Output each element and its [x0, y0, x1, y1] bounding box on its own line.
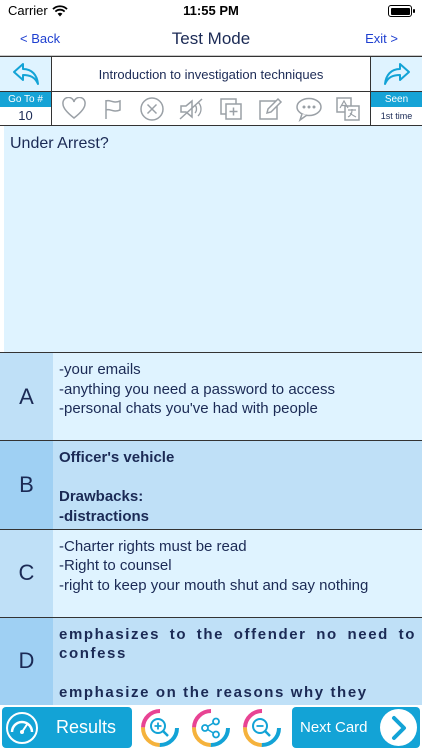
- option-d[interactable]: D emphasizes to the offender no need to …: [0, 617, 422, 706]
- results-label: Results: [56, 717, 117, 737]
- results-button[interactable]: Results: [2, 707, 132, 748]
- option-c[interactable]: C -Charter rights must be read -Right to…: [0, 529, 422, 618]
- topic-row: Introduction to investigation techniques: [0, 56, 422, 92]
- chevron-right-icon: [380, 709, 417, 746]
- heart-icon[interactable]: [60, 95, 88, 123]
- mute-icon[interactable]: [177, 95, 205, 123]
- option-text: -Charter rights must be read -Right to c…: [53, 529, 422, 617]
- option-letter: A: [0, 353, 53, 441]
- x-circle-icon[interactable]: [138, 95, 166, 123]
- translate-icon[interactable]: [334, 95, 362, 123]
- forward-arrow-icon: [383, 63, 410, 85]
- battery-icon: [388, 5, 415, 17]
- previous-card-button[interactable]: [0, 57, 52, 91]
- seen-box: Seen 1st time: [370, 92, 422, 125]
- zoom-out-icon[interactable]: [242, 708, 282, 748]
- page-title: Test Mode: [171, 29, 251, 48]
- next-card-label: Next Card: [300, 719, 368, 736]
- question-panel: Under Arrest?: [4, 126, 422, 352]
- option-text: emphasizes to the offender no need to co…: [53, 617, 422, 705]
- answer-options: A -your emails -anything you need a pass…: [0, 352, 422, 706]
- seen-label: Seen: [371, 92, 422, 107]
- goto-value[interactable]: 10: [0, 107, 51, 125]
- next-card-arrow-button[interactable]: [370, 57, 422, 91]
- card-tools: [52, 92, 370, 125]
- seen-value: 1st time: [380, 111, 413, 121]
- share-icon[interactable]: [191, 708, 231, 748]
- option-letter: B: [0, 441, 53, 529]
- flag-icon[interactable]: [99, 95, 127, 123]
- option-text: Officer's vehicle Drawbacks: -distractio…: [53, 441, 422, 529]
- next-card-button[interactable]: Next Card: [292, 707, 420, 748]
- option-letter: D: [0, 617, 53, 705]
- copy-plus-icon[interactable]: [217, 95, 245, 123]
- option-text: -your emails -anything you need a passwo…: [53, 353, 422, 441]
- option-a[interactable]: A -your emails -anything you need a pass…: [0, 353, 422, 442]
- question-text: Under Arrest?: [10, 135, 109, 152]
- option-letter: C: [0, 529, 53, 617]
- goto-box[interactable]: Go To # 10: [0, 92, 52, 125]
- status-bar: Carrier 11:55 PM: [0, 0, 422, 22]
- option-b[interactable]: B Officer's vehicle Drawbacks: -distract…: [0, 441, 422, 530]
- status-time: 11:55 PM: [183, 3, 239, 18]
- gauge-icon: [2, 708, 42, 748]
- tool-row: Go To # 10 Seen 1st time: [0, 92, 422, 126]
- zoom-in-icon[interactable]: [140, 708, 180, 748]
- reply-arrow-icon: [12, 63, 39, 85]
- edit-icon[interactable]: [256, 95, 284, 123]
- exit-button[interactable]: Exit >: [365, 31, 398, 46]
- bottom-toolbar: Results Next Card: [0, 705, 422, 750]
- topic-title: Introduction to investigation techniques: [98, 66, 324, 82]
- nav-bar: < Back Test Mode Exit >: [0, 22, 422, 56]
- goto-label: Go To #: [0, 92, 51, 107]
- speech-icon[interactable]: [295, 95, 323, 123]
